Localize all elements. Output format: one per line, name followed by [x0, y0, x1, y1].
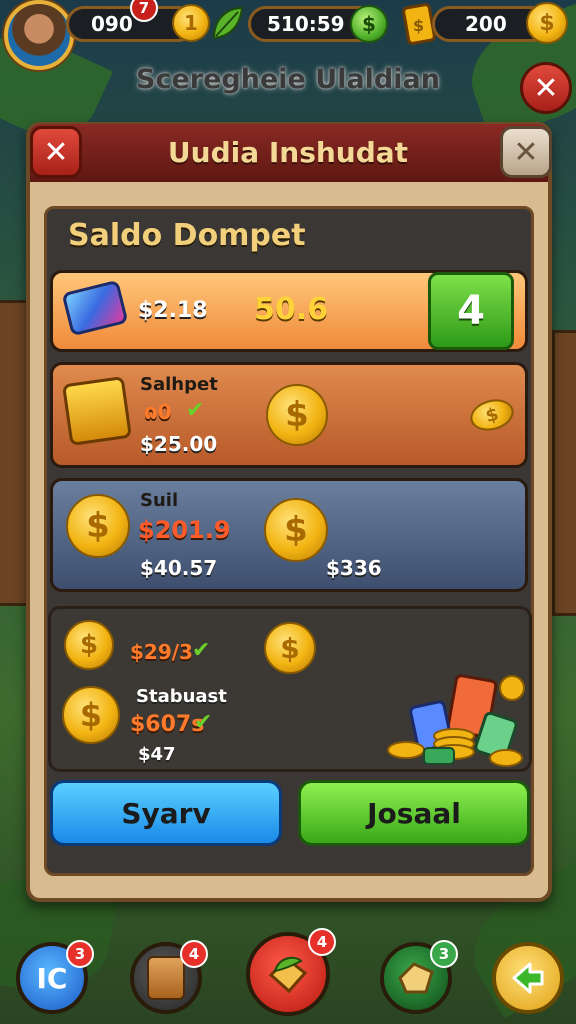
reward-name: Stabuast: [136, 686, 227, 707]
balance-value: 50.6: [254, 292, 329, 327]
close-icon: ✕: [533, 70, 559, 106]
close-screen-button[interactable]: ✕: [520, 62, 572, 114]
item-price: $40.57: [140, 556, 218, 580]
wallet-icon: [147, 956, 185, 1000]
syarv-button-label: Syarv: [121, 796, 211, 830]
reward-top-value: $29/3: [130, 640, 193, 664]
chest-icon: [61, 375, 133, 447]
leaf-icon: [210, 4, 246, 42]
item-side-value: $336: [326, 556, 382, 580]
gem-leaf-icon: [268, 956, 308, 994]
josaal-button[interactable]: Josaal: [298, 780, 530, 846]
notification-badge: 3: [66, 940, 94, 968]
add-balance-button[interactable]: 4: [428, 272, 514, 350]
green-dollar-icon[interactable]: $: [350, 5, 388, 43]
item-name: Suil: [140, 490, 179, 511]
gems-value: 200: [465, 12, 507, 36]
item-sub: $201.9: [138, 516, 231, 544]
dollar-coin-icon: $: [266, 384, 328, 446]
notification-badge: 4: [308, 928, 336, 956]
dollar-coin-icon: $: [62, 686, 120, 744]
player-avatar[interactable]: [4, 0, 74, 70]
svg-text:$: $: [413, 16, 424, 35]
dollar-coin-icon: $: [264, 622, 316, 674]
section-title: Saldo Dompet: [68, 218, 306, 253]
nav-ic-label: IC: [36, 961, 68, 995]
back-button[interactable]: [492, 942, 564, 1014]
dollar-coin-icon: $: [64, 620, 114, 670]
coin-stack-icon: $: [66, 494, 130, 558]
syarv-button[interactable]: Syarv: [50, 780, 282, 846]
dollar-coin-icon: 1: [172, 4, 210, 42]
dollar-coin-icon: $: [264, 498, 328, 562]
gem-icon: [398, 962, 434, 994]
item-price: $25.00: [140, 432, 218, 456]
item-name: Salhpet: [140, 374, 218, 395]
back-arrow-icon: [512, 962, 544, 994]
energy-value: 510:59: [267, 12, 345, 36]
josaal-button-label: Josaal: [367, 796, 461, 830]
dollar-coin-icon[interactable]: $: [526, 2, 568, 44]
panel-title: Uudia Inshudat: [167, 136, 409, 169]
level-value: 090: [91, 12, 133, 36]
notification-badge: 4: [180, 940, 208, 968]
hut: [552, 330, 576, 616]
notification-badge: 3: [430, 940, 458, 968]
add-balance-label: 4: [457, 288, 485, 334]
check-icon: ✔: [192, 638, 211, 663]
screen-subtitle: Sceregheie Ulaldian: [136, 64, 440, 95]
treasure-icon: [387, 674, 525, 767]
check-icon: ✔: [186, 398, 205, 423]
balance-amount: $2.18: [138, 298, 208, 323]
check-icon: ✔: [194, 710, 213, 735]
reward-price: $47: [138, 744, 176, 765]
item-sub: ɷ0: [144, 400, 172, 424]
